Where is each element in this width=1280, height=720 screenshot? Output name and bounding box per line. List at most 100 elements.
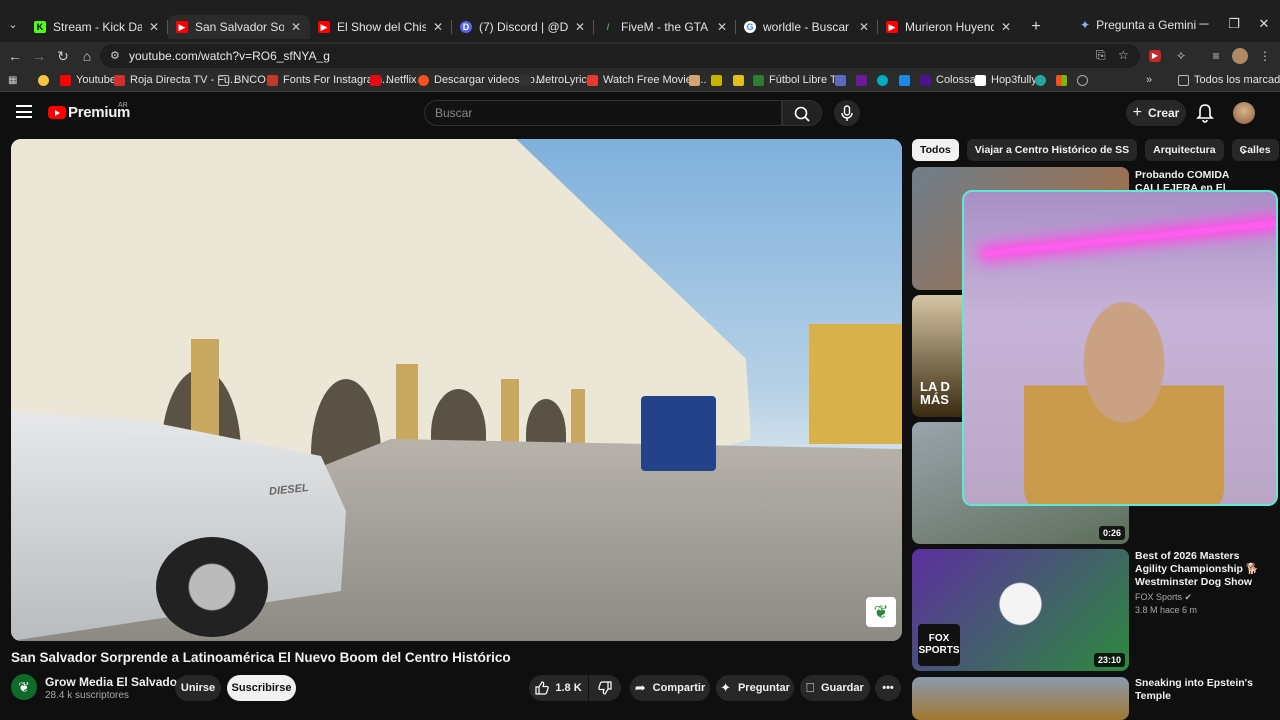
video-player[interactable]: DIESEL ❦ bbox=[11, 139, 902, 641]
site-info-icon[interactable]: ⚙ bbox=[110, 49, 120, 62]
related-thumbnail-4[interactable]: FOX SPORTS 23:10 bbox=[912, 549, 1129, 671]
close-tab-icon[interactable]: ✕ bbox=[1000, 20, 1012, 34]
thumbnail-text: LA D MÁS bbox=[920, 379, 950, 407]
bookmark-netflix[interactable]: Netflix bbox=[370, 74, 417, 86]
fivem-icon: / bbox=[606, 22, 610, 32]
emoji-bookmark-icon[interactable] bbox=[38, 75, 49, 86]
close-tab-icon[interactable]: ✕ bbox=[574, 20, 586, 34]
bookmark-star-icon[interactable]: ☆ bbox=[1118, 48, 1129, 62]
address-bar[interactable]: ⚙ youtube.com/watch?v=RO6_sfNYA_g ⎘ ☆ bbox=[100, 44, 1140, 68]
yahoo-icon[interactable] bbox=[856, 75, 867, 86]
url-text[interactable]: youtube.com/watch?v=RO6_sfNYA_g bbox=[129, 49, 330, 63]
tab-title: Stream - Kick Dashboard bbox=[53, 20, 142, 34]
search-button[interactable] bbox=[782, 100, 822, 126]
chip-arquitectura[interactable]: Arquitectura bbox=[1145, 139, 1224, 161]
tab-title: FiveM - the GTA V multipla bbox=[621, 20, 710, 34]
related-thumbnail-5[interactable] bbox=[912, 677, 1129, 720]
more-bookmarks-icon[interactable]: » bbox=[1146, 74, 1152, 86]
forward-icon[interactable]: → bbox=[30, 47, 48, 65]
channel-name[interactable]: Grow Media El Salvador bbox=[45, 675, 182, 689]
microsoft-icon[interactable] bbox=[1056, 75, 1067, 86]
tab-san-salvador[interactable]: ▶ San Salvador Sorprende a ✕ bbox=[168, 15, 310, 39]
new-tab-icon[interactable]: + bbox=[1026, 17, 1046, 37]
like-button[interactable]: 1.8 K bbox=[529, 675, 588, 701]
back-icon[interactable]: ← bbox=[6, 47, 24, 65]
bookmark-metrolyrics[interactable]: MetroLyrics bbox=[520, 74, 592, 86]
close-tab-icon[interactable]: ✕ bbox=[432, 20, 444, 34]
all-bookmarks-folder[interactable]: Todos los marcadores bbox=[1178, 74, 1280, 86]
related-channel-4[interactable]: FOX Sports ✔ bbox=[1135, 592, 1192, 603]
folder-icon bbox=[1178, 74, 1189, 86]
restore-icon[interactable]: ❐ bbox=[1224, 16, 1244, 32]
bookmark-futbol-libre[interactable]: Fútbol Libre TV bbox=[753, 74, 844, 86]
youtube-icon: ▶ bbox=[886, 21, 898, 33]
gemini-button[interactable]: ✦ Pregunta a Gemini bbox=[1080, 18, 1196, 32]
close-tab-icon[interactable]: ✕ bbox=[148, 20, 160, 34]
bookmark-bnco[interactable]: BNCO bbox=[218, 74, 266, 86]
extension-icon[interactable]: ▶ bbox=[1149, 50, 1161, 62]
roja-directa-icon bbox=[114, 74, 125, 86]
home-icon[interactable]: ⌂ bbox=[78, 47, 96, 65]
apps-grid-icon[interactable]: ▦ bbox=[8, 75, 19, 86]
share-button[interactable]: ➦ Compartir bbox=[630, 675, 710, 701]
join-button[interactable]: Unirse bbox=[175, 675, 221, 701]
tab-fivem[interactable]: / FiveM - the GTA V multipla ✕ bbox=[594, 15, 736, 39]
install-app-icon[interactable]: ⎘ bbox=[1096, 48, 1106, 63]
create-button[interactable]: + Crear bbox=[1126, 100, 1186, 126]
voice-search-button[interactable] bbox=[834, 100, 860, 126]
tab-worldle[interactable]: G worldle - Buscar con Goog ✕ bbox=[736, 15, 878, 39]
close-window-icon[interactable]: ✕ bbox=[1254, 16, 1274, 32]
chip-viajar[interactable]: Viajar a Centro Histórico de SS bbox=[966, 139, 1138, 161]
bookmark-icon-1[interactable] bbox=[689, 75, 700, 86]
account-avatar[interactable] bbox=[1233, 102, 1255, 124]
close-tab-icon[interactable]: ✕ bbox=[858, 20, 870, 34]
related-meta-4: 3.8 M hace 6 m bbox=[1135, 605, 1198, 615]
tab-discord[interactable]: D (7) Discord | @Daiii ✕ bbox=[452, 15, 594, 39]
gemini-label: Pregunta a Gemini bbox=[1096, 18, 1197, 32]
channel-avatar[interactable]: ❦ bbox=[11, 674, 37, 700]
bookmark-icon-2[interactable] bbox=[711, 75, 722, 86]
save-button[interactable]: ⎕ Guardar bbox=[800, 675, 870, 701]
bookmark-youtube[interactable]: Youtube bbox=[60, 74, 116, 86]
bookmark-icon-4[interactable] bbox=[835, 75, 846, 86]
browser-tab-strip: ⌄ K Stream - Kick Dashboard ✕ ▶ San Salv… bbox=[0, 0, 1280, 42]
webcam-neon-light bbox=[984, 217, 1276, 257]
webcam-overlay bbox=[962, 190, 1278, 506]
more-actions-button[interactable]: ••• bbox=[875, 675, 901, 701]
subscribe-button[interactable]: Suscribirse bbox=[227, 675, 296, 701]
bookmark-save-icon: ⎕ bbox=[806, 680, 814, 695]
tab-show-chiste[interactable]: ▶ El Show del Chiste - VIDEO ✕ bbox=[310, 15, 452, 39]
channel-watermark-icon[interactable]: ❦ bbox=[866, 597, 896, 627]
related-title-4[interactable]: Best of 2026 Masters Agility Championshi… bbox=[1135, 550, 1270, 589]
globe-icon[interactable] bbox=[1077, 75, 1088, 86]
bookmark-hop3fully[interactable]: Hop3fully bbox=[975, 74, 1037, 86]
chevron-right-icon[interactable]: › bbox=[1236, 139, 1252, 161]
tab-search-list-icon[interactable]: ≡ bbox=[1208, 48, 1224, 64]
menu-icon[interactable] bbox=[16, 105, 32, 118]
related-title-5[interactable]: Sneaking into Epstein's Temple bbox=[1135, 677, 1270, 703]
bookmark-colossal[interactable]: Colossal bbox=[920, 74, 978, 86]
bookmark-icon-7[interactable] bbox=[1035, 75, 1046, 86]
close-tab-icon[interactable]: ✕ bbox=[716, 20, 728, 34]
chip-todos[interactable]: Todos bbox=[912, 139, 959, 161]
youtube-premium-logo[interactable]: Premium AR bbox=[48, 102, 130, 121]
bookmark-icon-6[interactable] bbox=[899, 75, 910, 86]
verified-icon: ✔ bbox=[1184, 592, 1193, 602]
reload-icon[interactable]: ↻ bbox=[54, 47, 72, 65]
notifications-bell-icon[interactable] bbox=[1196, 103, 1214, 123]
bookmark-icon-3[interactable] bbox=[733, 75, 744, 86]
tab-kick[interactable]: K Stream - Kick Dashboard ✕ bbox=[26, 15, 168, 39]
minimize-icon[interactable]: ─ bbox=[1194, 16, 1214, 31]
browser-menu-icon[interactable]: ⋮ bbox=[1257, 48, 1273, 64]
discord-icon: D bbox=[460, 21, 472, 33]
extensions-puzzle-icon[interactable]: ✧ bbox=[1173, 48, 1189, 64]
dislike-button[interactable] bbox=[589, 675, 621, 701]
tab-murieron[interactable]: ▶ Murieron Huyendo de Alg ✕ bbox=[878, 15, 1020, 39]
close-tab-icon[interactable]: ✕ bbox=[290, 20, 302, 34]
ask-button[interactable]: ✦ Preguntar bbox=[716, 675, 794, 701]
profile-avatar[interactable] bbox=[1232, 48, 1248, 64]
tab-search-icon[interactable]: ⌄ bbox=[6, 18, 20, 32]
bookmark-icon-5[interactable] bbox=[877, 75, 888, 86]
browser-toolbar: ← → ↻ ⌂ ⚙ youtube.com/watch?v=RO6_sfNYA_… bbox=[0, 42, 1280, 70]
search-input[interactable] bbox=[425, 101, 781, 125]
